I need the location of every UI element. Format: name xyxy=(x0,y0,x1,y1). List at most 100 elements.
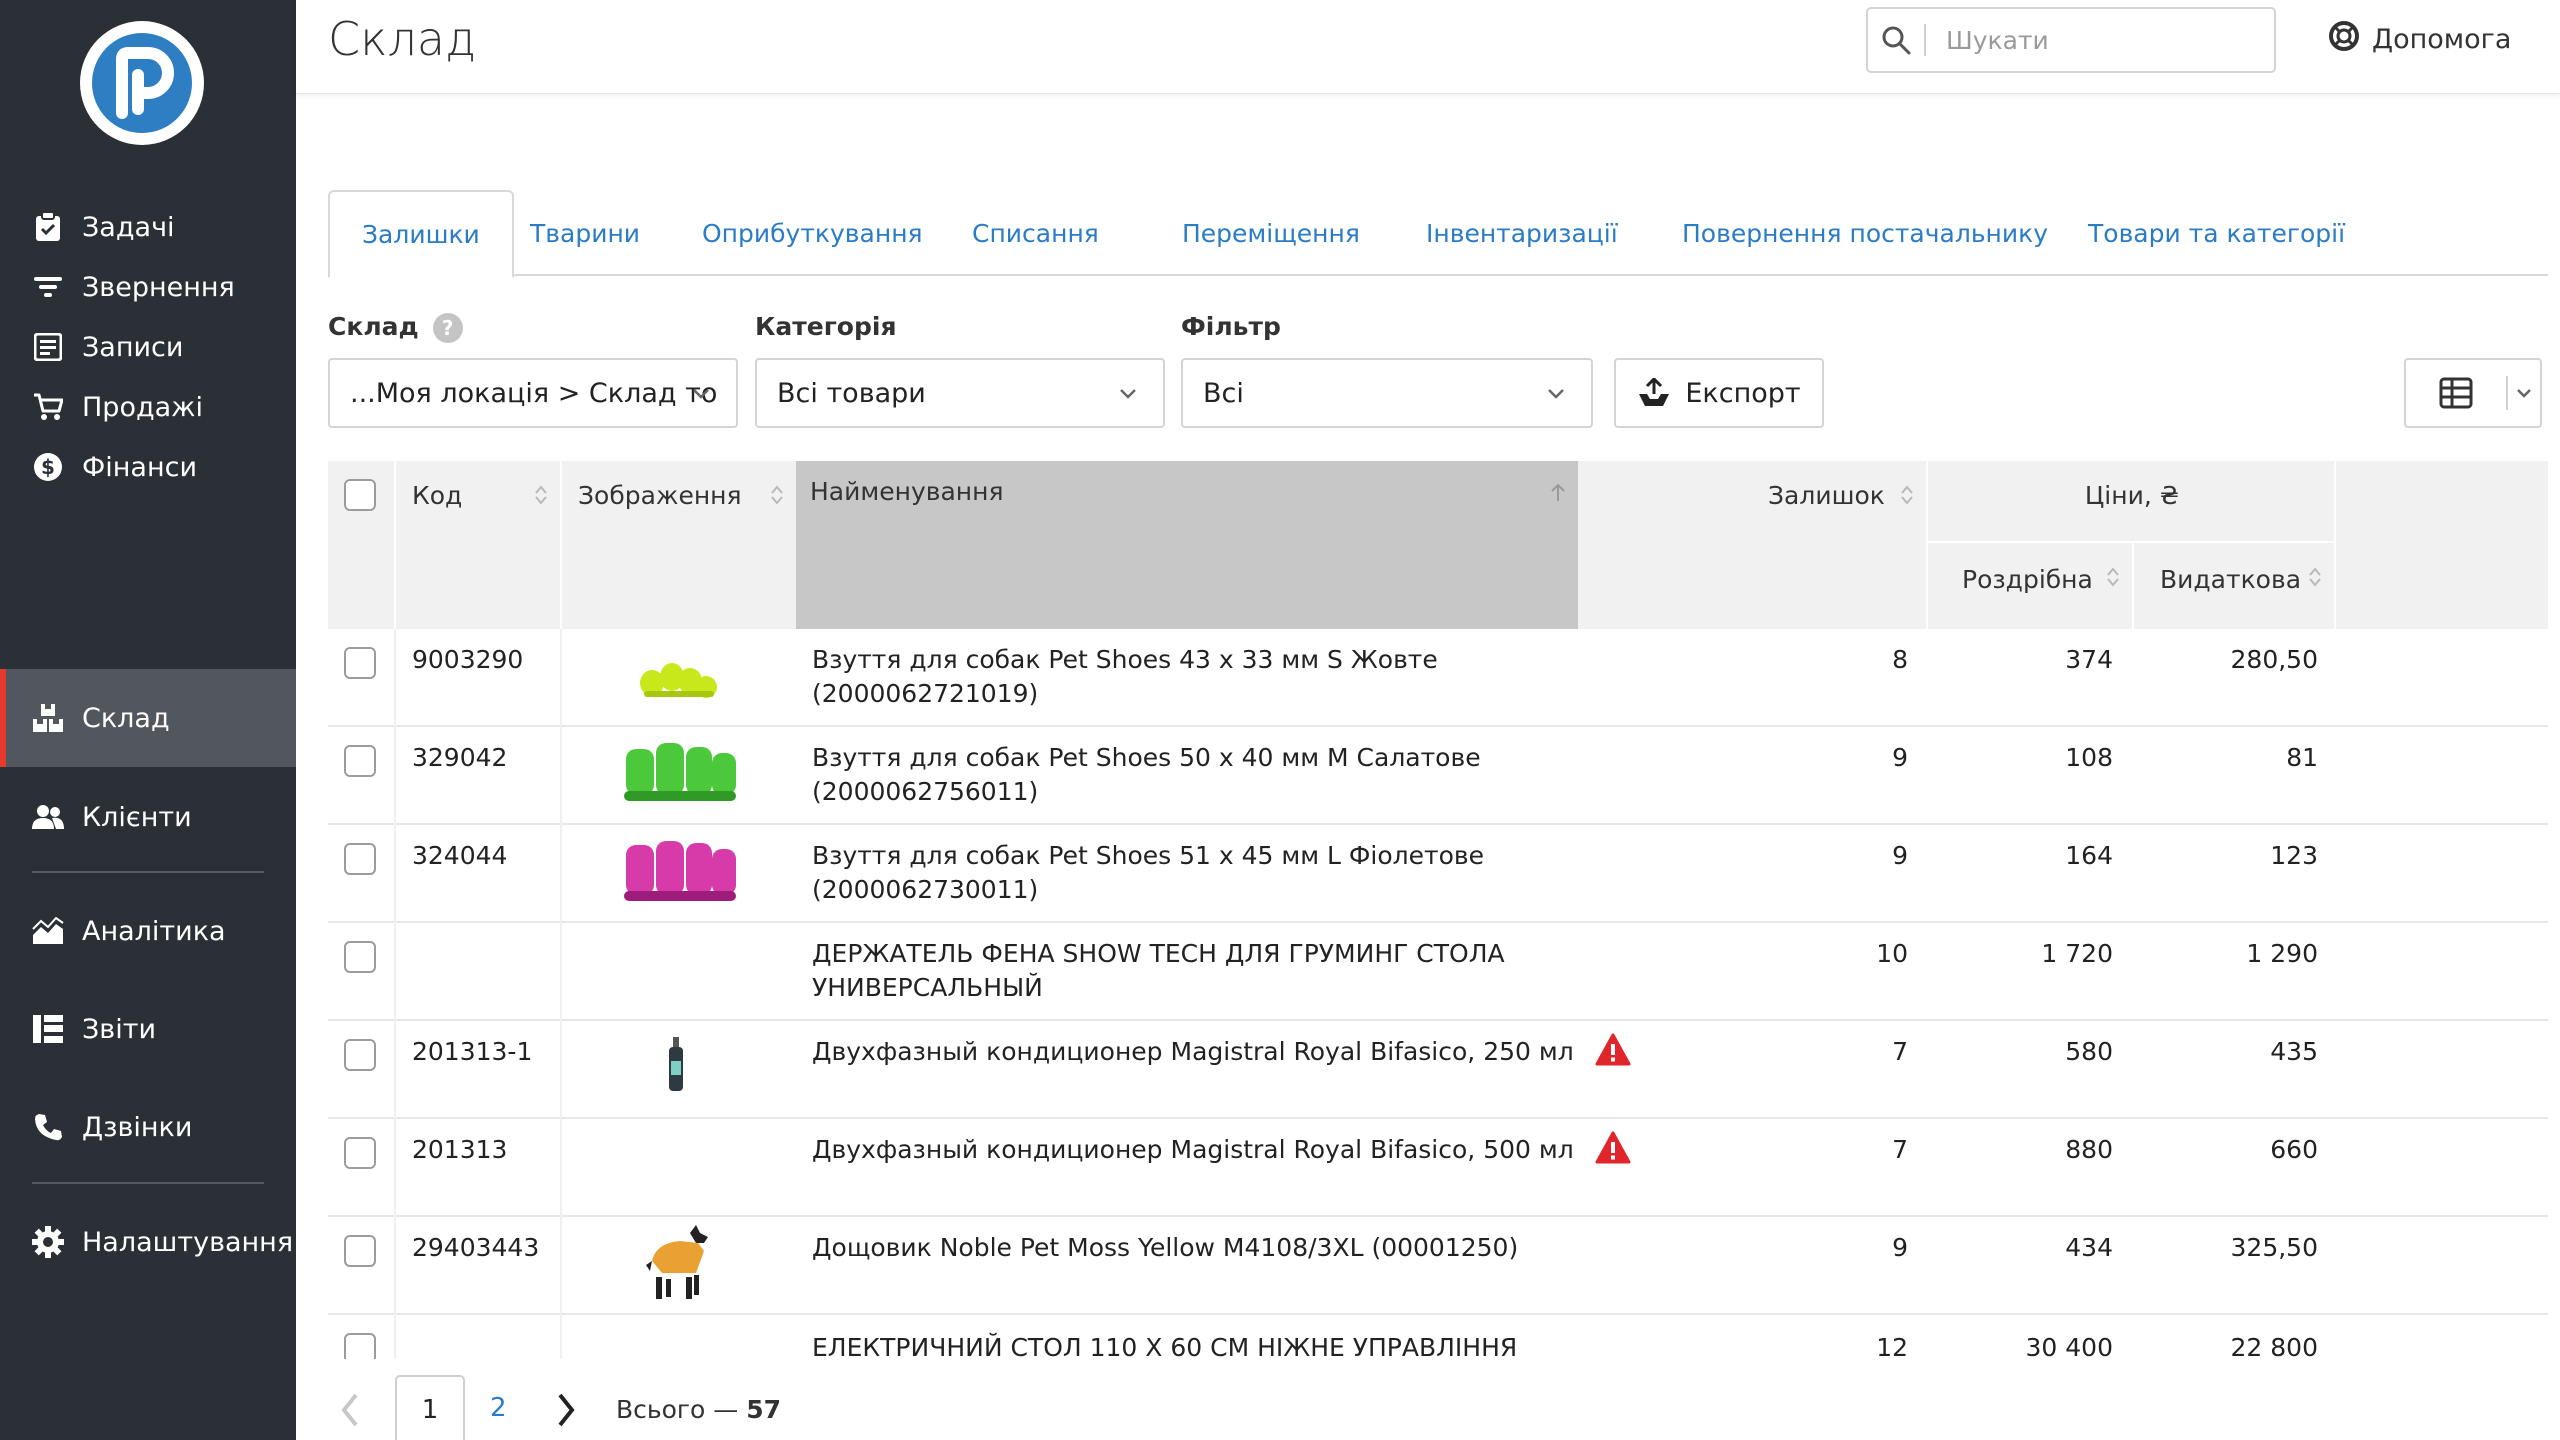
page-current[interactable]: 1 xyxy=(395,1375,465,1440)
row-checkbox[interactable] xyxy=(344,1235,376,1267)
header-prices-label: Ціни, ₴ xyxy=(2084,480,2180,510)
category-select-value: Всі товари xyxy=(777,377,926,409)
sort-icon[interactable] xyxy=(534,483,548,507)
row-checkbox[interactable] xyxy=(344,647,376,679)
table-row[interactable]: ДЕРЖАТЕЛЬ ФЕНА SHOW TECH ДЛЯ ГРУМИНГ СТО… xyxy=(328,923,2548,1021)
sort-icon[interactable] xyxy=(1900,483,1914,507)
table-row[interactable]: 201313-1 Двухфазный кондиционер Magistra… xyxy=(328,1021,2548,1119)
sidebar-item-finance[interactable]: $ Фінанси xyxy=(0,418,296,516)
row-checkbox[interactable] xyxy=(344,1333,376,1359)
warehouse-label-text: Склад xyxy=(328,312,419,341)
product-name[interactable]: ДЕРЖАТЕЛЬ ФЕНА SHOW TECH ДЛЯ ГРУМИНГ СТО… xyxy=(812,937,1505,1005)
header-divider xyxy=(560,461,562,629)
product-name[interactable]: Двухфазный кондиционер Magistral Royal B… xyxy=(812,1035,1574,1069)
table-row[interactable]: ЕЛЕКТРИЧНИЙ СТОЛ 110 Х 60 СМ НІЖНЕ УПРАВ… xyxy=(328,1315,2548,1359)
product-name-line: УНИВЕРСАЛЬНЫЙ xyxy=(812,973,1043,1002)
export-label: Експорт xyxy=(1685,377,1801,409)
product-name[interactable]: Взуття для собак Pet Shoes 51 x 45 мм L … xyxy=(812,839,1484,907)
row-checkbox[interactable] xyxy=(344,745,376,777)
tab-supplier-returns[interactable]: Повернення постачальнику xyxy=(1650,190,2080,276)
top-bar: Склад Допомога xyxy=(296,0,2560,94)
product-thumbnail-purple-shoes[interactable] xyxy=(620,833,740,915)
sort-ascending-icon[interactable] xyxy=(1550,481,1566,505)
pagination: 1 2 Всього — 57 xyxy=(328,1375,1328,1440)
tab-products-categories[interactable]: Товари та категорії xyxy=(2056,190,2377,276)
page-link-2[interactable]: 2 xyxy=(490,1393,507,1423)
warehouse-select[interactable]: ...Моя локація > Склад то xyxy=(328,358,738,428)
row-checkbox[interactable] xyxy=(344,941,376,973)
help-link[interactable]: Допомога xyxy=(2328,20,2511,59)
filter-select[interactable]: Всі xyxy=(1181,358,1593,428)
tab-transfers[interactable]: Переміщення xyxy=(1150,190,1392,276)
table-row[interactable]: 324044 Взуття для собак Pet Shoes 51 x 4… xyxy=(328,825,2548,923)
row-divider xyxy=(560,825,562,923)
select-all-checkbox[interactable] xyxy=(344,479,376,511)
table-row[interactable]: 201313 Двухфазный кондиционер Magistral … xyxy=(328,1119,2548,1217)
app-logo[interactable] xyxy=(80,21,204,145)
sort-icon[interactable] xyxy=(2106,565,2120,589)
phone-icon xyxy=(32,1111,64,1143)
question-icon[interactable]: ? xyxy=(432,313,463,343)
table-row[interactable]: 29403443 Дощовик Noble Pet Moss Yellow M… xyxy=(328,1217,2548,1315)
sidebar-item-analytics[interactable]: Аналітика xyxy=(0,882,296,980)
export-button[interactable]: Експорт xyxy=(1614,358,1824,428)
tab-animals[interactable]: Тварини xyxy=(498,190,672,276)
tab-stock[interactable]: Залишки xyxy=(328,190,514,278)
product-thumbnail-dog-raincoat[interactable] xyxy=(638,1223,718,1311)
search-box[interactable] xyxy=(1866,7,2276,73)
row-divider xyxy=(394,1021,396,1119)
sidebar-item-clients[interactable]: Клієнти xyxy=(0,768,296,866)
product-name[interactable]: Дощовик Noble Pet Moss Yellow M4108/3XL … xyxy=(812,1231,1518,1265)
product-name[interactable]: ЕЛЕКТРИЧНИЙ СТОЛ 110 Х 60 СМ НІЖНЕ УПРАВ… xyxy=(812,1331,1517,1359)
product-name[interactable]: Взуття для собак Pet Shoes 43 x 33 мм S … xyxy=(812,643,1438,711)
stock-value: 7 xyxy=(1892,1135,1908,1164)
header-retail[interactable]: Роздрібна xyxy=(1962,561,2112,597)
expense-price: 280,50 xyxy=(2230,645,2318,674)
product-thumbnail-green-shoes[interactable] xyxy=(620,735,740,815)
warning-icon[interactable] xyxy=(1595,1131,1631,1169)
row-checkbox[interactable] xyxy=(344,1039,376,1071)
warning-icon[interactable] xyxy=(1595,1033,1631,1071)
chevron-right-icon[interactable] xyxy=(554,1391,578,1433)
page-title: Склад xyxy=(328,12,477,66)
table-row[interactable]: 329042 Взуття для собак Pet Shoes 50 x 4… xyxy=(328,727,2548,825)
sidebar-item-label: Аналітика xyxy=(82,915,226,947)
row-checkbox[interactable] xyxy=(344,843,376,875)
stock-value: 7 xyxy=(1892,1037,1908,1066)
table-row[interactable]: 9003290 Взуття для собак Pet Shoes 43 x … xyxy=(328,629,2548,727)
svg-text:$: $ xyxy=(41,455,55,479)
search-input[interactable] xyxy=(1926,25,2256,55)
row-checkbox[interactable] xyxy=(344,1137,376,1169)
category-select[interactable]: Всі товари xyxy=(755,358,1165,428)
sidebar-item-reports[interactable]: Звіти xyxy=(0,980,296,1078)
product-thumbnail-yellow-shoes[interactable] xyxy=(630,639,726,713)
tab-receipts[interactable]: Оприбуткування xyxy=(670,190,955,276)
sidebar-item-label: Клієнти xyxy=(82,801,192,833)
sort-icon[interactable] xyxy=(770,483,784,507)
row-divider xyxy=(560,727,562,825)
sidebar-item-warehouse[interactable]: Склад xyxy=(0,669,296,767)
expense-price: 1 290 xyxy=(2246,939,2318,968)
chevron-left-icon[interactable] xyxy=(338,1391,362,1433)
product-barcode: (2000062721019) xyxy=(812,679,1039,708)
table-header: Код Зображення Найменування Залишок Ціни… xyxy=(328,461,2548,629)
product-name[interactable]: Двухфазный кондиционер Magistral Royal B… xyxy=(812,1133,1574,1167)
product-thumbnail-bottle[interactable] xyxy=(666,1037,686,1097)
product-code: 324044 xyxy=(412,841,508,870)
product-barcode: (2000062756011) xyxy=(812,777,1039,806)
header-stock[interactable]: Залишок xyxy=(1768,477,1918,513)
header-expense[interactable]: Видаткова xyxy=(2160,561,2310,597)
tab-writeoffs[interactable]: Списання xyxy=(940,190,1131,276)
header-name[interactable]: Найменування xyxy=(796,461,1578,629)
product-name-line: ДЕРЖАТЕЛЬ ФЕНА SHOW TECH ДЛЯ ГРУМИНГ СТО… xyxy=(812,939,1505,968)
total-count: Всього — 57 xyxy=(616,1395,781,1424)
sidebar-item-settings[interactable]: Налаштування xyxy=(0,1193,296,1291)
sort-icon[interactable] xyxy=(2308,565,2322,589)
tab-inventories[interactable]: Інвентаризації xyxy=(1394,190,1650,276)
sidebar-item-calls[interactable]: Дзвінки xyxy=(0,1078,296,1176)
lifebuoy-icon xyxy=(2328,20,2360,59)
header-image[interactable]: Зображення xyxy=(578,477,778,513)
expense-price: 81 xyxy=(2286,743,2318,772)
column-settings-button[interactable] xyxy=(2404,358,2542,428)
product-name[interactable]: Взуття для собак Pet Shoes 50 x 40 мм M … xyxy=(812,741,1481,809)
